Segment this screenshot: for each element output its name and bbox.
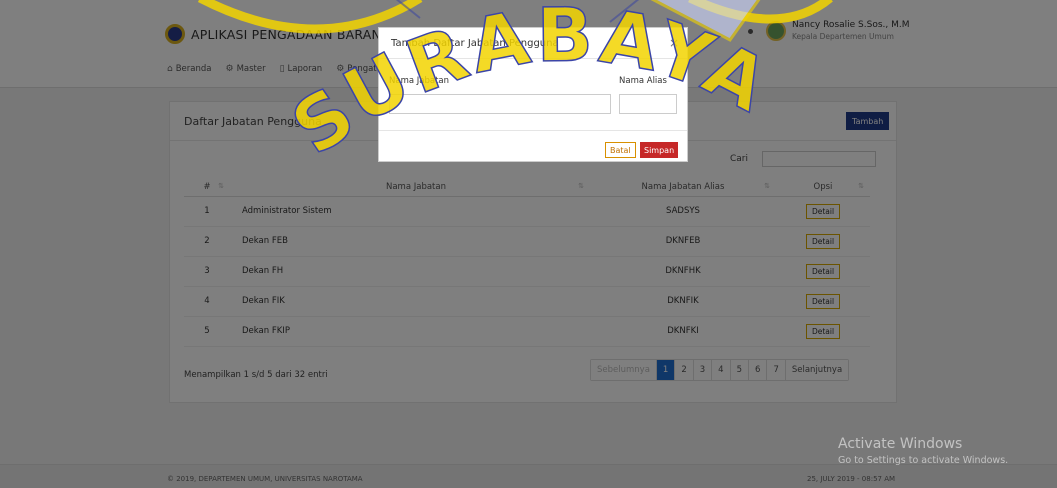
activate-windows-notice: Activate Windows Go to Settings to activ… xyxy=(838,436,1008,466)
close-icon[interactable]: × xyxy=(669,36,679,50)
save-button[interactable]: Simpan xyxy=(640,142,679,158)
divider xyxy=(379,130,687,131)
nama-alias-input[interactable] xyxy=(619,94,677,114)
activate-subtitle: Go to Settings to activate Windows. xyxy=(838,455,1009,466)
nama-jabatan-label: Nama Jabatan xyxy=(389,76,450,86)
activate-title: Activate Windows xyxy=(838,436,963,452)
cancel-button[interactable]: Batal xyxy=(605,142,636,158)
nama-alias-label: Nama Alias xyxy=(619,76,667,86)
nama-jabatan-input[interactable] xyxy=(389,94,611,114)
add-jabatan-modal: Tambah Daftar Jabatan Pengguna × Nama Ja… xyxy=(378,27,688,162)
divider xyxy=(379,58,687,59)
modal-title: Tambah Daftar Jabatan Pengguna xyxy=(391,38,559,49)
